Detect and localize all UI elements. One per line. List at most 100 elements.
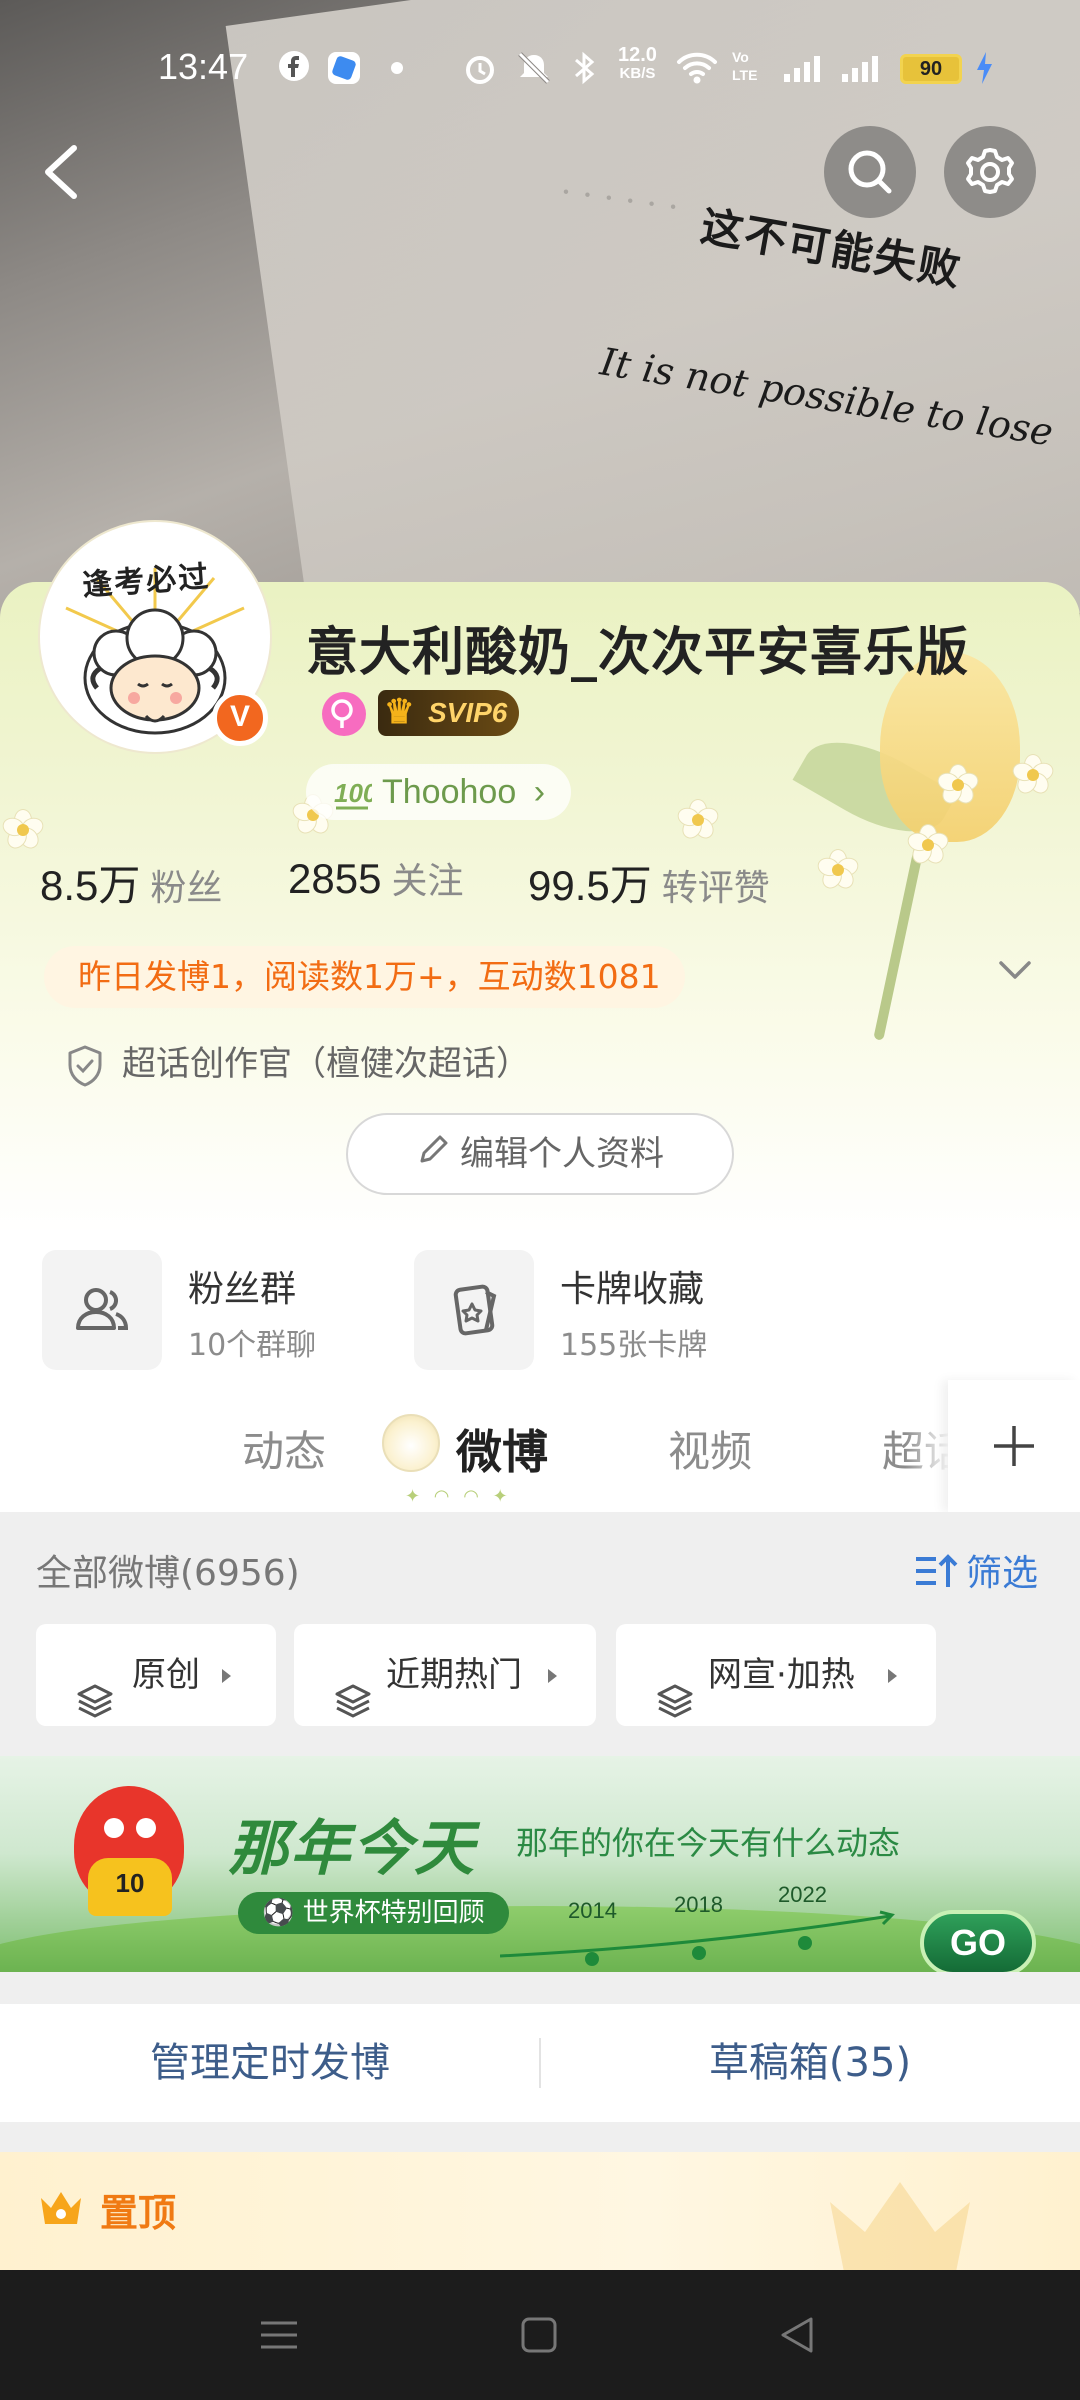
tab-weibo[interactable]: 微博 — [456, 1416, 548, 1482]
stat-interactions[interactable]: 99.5万 转评赞 — [528, 852, 770, 913]
menu-nav-button[interactable] — [252, 2308, 306, 2362]
stat-following[interactable]: 2855 关注 — [288, 852, 463, 904]
wifi-icon — [676, 50, 718, 86]
timeline-year-3: 2022 — [778, 1882, 827, 1907]
signal-strength-2-icon — [840, 50, 886, 86]
card-collection-entry[interactable]: 卡牌收藏 155张卡牌 — [414, 1250, 754, 1370]
signal-strength-1-icon — [782, 50, 828, 86]
home-square-icon — [521, 2317, 557, 2353]
on-this-day-banner[interactable]: 10 那年今天 那年的你在今天有什么动态 ⚽ 世界杯特别回顾 2014 2018… — [0, 1756, 1080, 1972]
layers-icon — [656, 1657, 694, 1759]
timeline-dot — [585, 1952, 599, 1966]
tab-fade — [905, 1380, 950, 1512]
search-icon — [848, 150, 892, 194]
stat-following-label: 关注 — [391, 861, 464, 902]
profile-tag-label: Thoohoo — [382, 773, 517, 811]
card-collection-title: 卡牌收藏 — [560, 1269, 705, 1310]
card-icon — [414, 1250, 534, 1370]
fan-group-count: 10个群聊 — [188, 1328, 317, 1363]
fan-badge-icon[interactable] — [322, 692, 366, 736]
chip-original[interactable]: 原创 — [36, 1624, 276, 1726]
layers-icon — [76, 1657, 114, 1759]
crown-watermark-icon — [820, 2172, 980, 2276]
charging-icon — [974, 50, 994, 86]
stat-followers[interactable]: 8.5万 粉丝 — [40, 852, 222, 913]
pencil-icon — [416, 1117, 450, 1195]
status-time: 13:47 — [158, 46, 249, 87]
crown-icon: ♛ — [384, 693, 415, 731]
scheduled-posts-button[interactable]: 管理定时发博 — [0, 2004, 540, 2122]
edit-profile-button[interactable]: 编辑个人资料 — [346, 1113, 734, 1195]
fan-group-entry[interactable]: 粉丝群 10个群聊 — [42, 1250, 362, 1370]
svg-text:100: 100 — [334, 778, 372, 808]
tab-video[interactable]: 视频 — [668, 1418, 752, 1479]
supertalk-creator-row[interactable]: 超话创作官（檀健次超话） — [66, 1036, 530, 1092]
worldcup-pill: ⚽ 世界杯特别回顾 — [238, 1892, 509, 1934]
daily-summary-notice[interactable]: 昨日发博1，阅读数1万+，互动数1081 — [44, 946, 685, 1008]
stat-following-value: 2855 — [288, 855, 382, 902]
search-button[interactable] — [824, 126, 916, 218]
blossom-decoration — [675, 797, 721, 843]
back-arrow-icon — [45, 145, 77, 199]
stat-interactions-value: 99.5万 — [528, 862, 652, 909]
card-collection-count: 155张卡牌 — [560, 1328, 708, 1363]
back-nav-button[interactable] — [770, 2308, 824, 2362]
verified-badge: V — [212, 690, 268, 746]
drafts-button[interactable]: 草稿箱(35) — [540, 2004, 1080, 2122]
network-speed: 12.0 KB/S — [618, 44, 657, 82]
tab-active-indicator: ✦ ◠ ◠ ✦ — [405, 1486, 512, 1507]
home-nav-button[interactable] — [512, 2308, 566, 2362]
supertalk-label: 超话创作官（檀健次超话） — [122, 1044, 530, 1084]
timeline-dot — [692, 1946, 706, 1960]
blossom-decoration — [815, 847, 861, 893]
edit-profile-label: 编辑个人资料 — [460, 1134, 664, 1174]
profile-tag-link[interactable]: 100 Thoohoo › — [306, 764, 572, 820]
volte-indicator: Vo LTE — [732, 49, 758, 83]
expand-chevron-button[interactable] — [995, 950, 1035, 990]
pinned-label: 置顶 — [100, 2191, 177, 2235]
settings-button[interactable] — [944, 126, 1036, 218]
status-bar: 13:47 12.0 KB/S Vo LTE 90 — [0, 40, 1080, 100]
chip-original-label: 原创 — [132, 1655, 200, 1695]
chevron-right-icon: › — [533, 773, 546, 811]
sort-filter-icon — [914, 1551, 958, 1600]
fan-group-title: 粉丝群 — [188, 1269, 297, 1310]
stat-followers-value: 8.5万 — [40, 862, 141, 909]
tab-mascot-icon — [382, 1414, 440, 1472]
profile-name: 意大利酸奶_次次平安喜乐版 — [306, 623, 970, 683]
blossom-decoration — [935, 762, 981, 808]
app-notification-icon — [326, 50, 362, 86]
back-triangle-icon — [781, 2317, 813, 2353]
filter-button[interactable]: 筛选 — [914, 1544, 1038, 1600]
timeline-year-2: 2018 — [674, 1892, 723, 1917]
battery-level: 90 — [900, 54, 962, 84]
chip-recent-hot[interactable]: 近期热门 — [294, 1624, 596, 1726]
banner-subtitle: 那年的你在今天有什么动态 — [516, 1824, 901, 1862]
menu-icon — [261, 2321, 297, 2349]
blossom-decoration — [905, 822, 951, 868]
chip-arrow-icon — [548, 1669, 557, 1683]
timeline-year-1: 2014 — [568, 1898, 617, 1923]
mascot-illustration: 10 — [74, 1786, 184, 1916]
blossom-decoration — [1010, 752, 1056, 798]
chip-recent-hot-label: 近期热门 — [386, 1655, 522, 1695]
system-navigation-bar — [0, 2270, 1080, 2400]
stat-interactions-label: 转评赞 — [661, 868, 770, 909]
blossom-decoration — [0, 807, 46, 853]
back-button[interactable] — [32, 136, 96, 208]
alarm-icon — [462, 50, 498, 86]
tab-dynamics[interactable]: 动态 — [242, 1418, 326, 1479]
gear-icon — [966, 148, 1014, 194]
svip-label: SVIP6 — [428, 697, 508, 728]
facebook-icon — [278, 50, 310, 86]
add-tab-button[interactable] — [948, 1380, 1080, 1512]
hundred-points-icon: 100 — [332, 764, 378, 839]
svip-badge[interactable]: ♛ SVIP6 — [378, 690, 520, 736]
timeline-dot — [798, 1936, 812, 1950]
chip-promotion[interactable]: 网宣·加热 — [616, 1624, 936, 1726]
filter-label: 筛选 — [966, 1553, 1039, 1594]
mute-icon — [514, 50, 554, 86]
chip-arrow-icon — [888, 1669, 897, 1683]
go-button[interactable]: GO — [920, 1910, 1036, 1972]
chip-arrow-icon — [222, 1669, 231, 1683]
